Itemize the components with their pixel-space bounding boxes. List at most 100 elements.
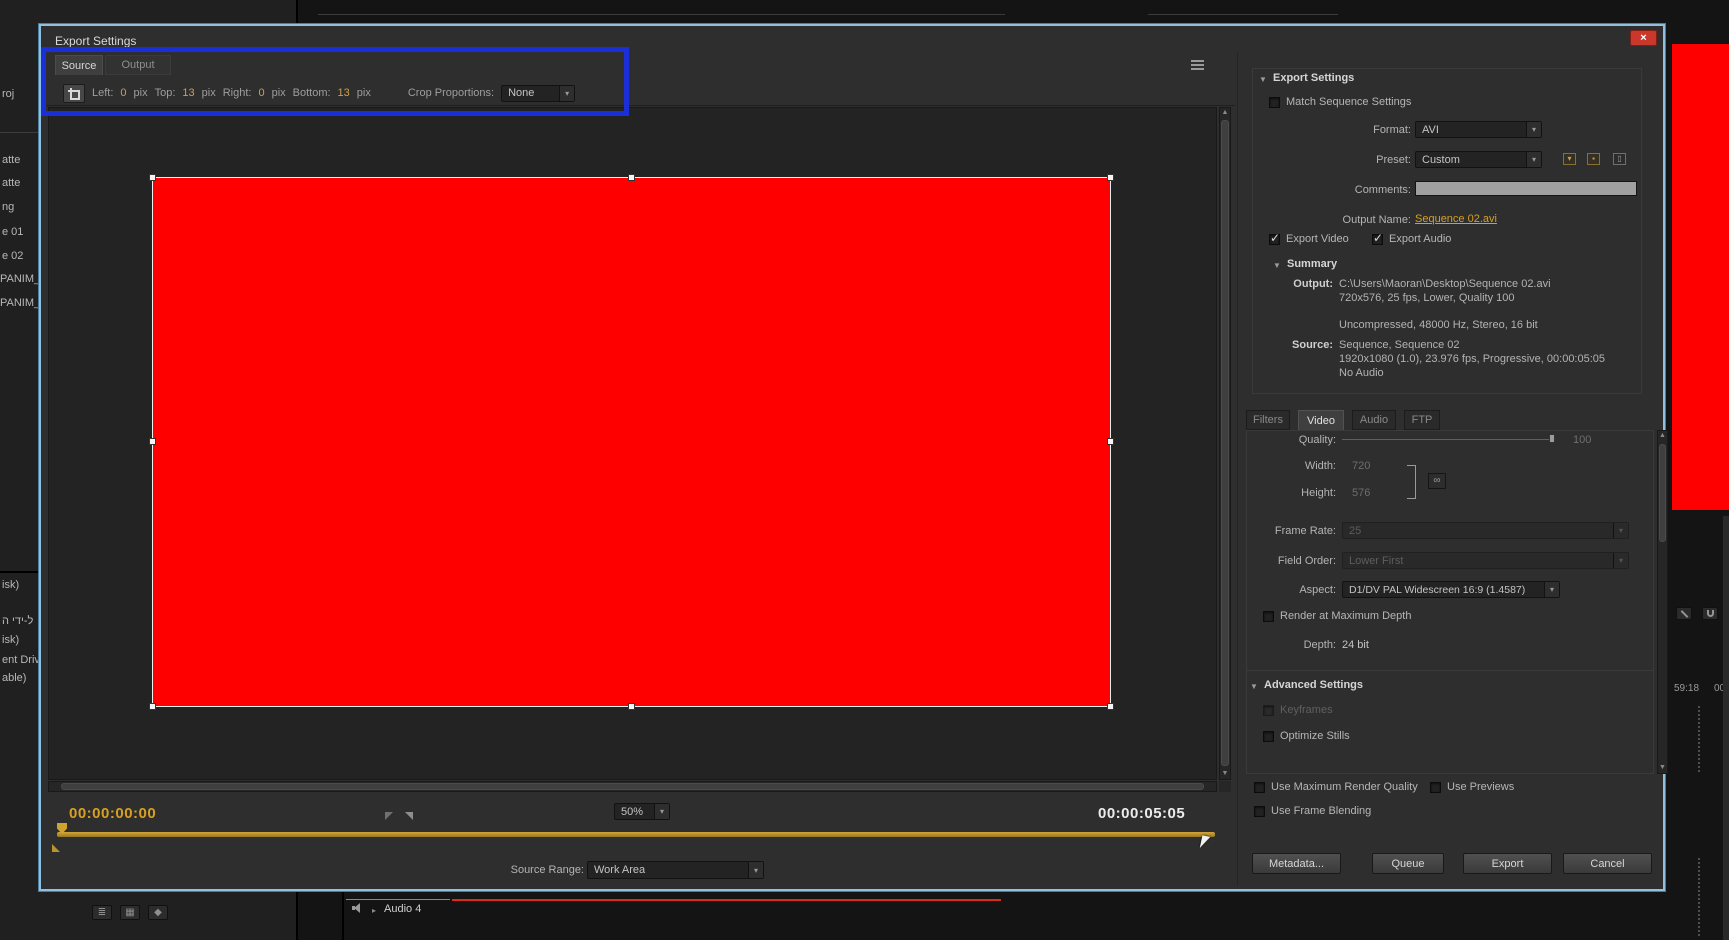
project-item[interactable]: atte xyxy=(2,177,20,189)
summary-output-path: C:\Users\Maoran\Desktop\Sequence 02.avi xyxy=(1339,278,1551,290)
preset-dropdown[interactable]: Custom ▾ xyxy=(1415,151,1542,168)
crop-left-value[interactable]: 0 xyxy=(120,87,126,99)
zoom-level-dropdown[interactable]: 50% ▾ xyxy=(614,803,670,820)
summary-header[interactable]: Summary xyxy=(1287,258,1337,270)
optimize-stills-checkbox[interactable] xyxy=(1263,731,1274,742)
tab-ftp[interactable]: FTP xyxy=(1404,410,1440,430)
quality-slider-handle[interactable] xyxy=(1549,434,1555,443)
dimension-link-bracket xyxy=(1407,465,1416,499)
crop-handle[interactable] xyxy=(149,703,156,710)
tab-output[interactable]: Output xyxy=(105,55,171,75)
project-item[interactable]: e 01 xyxy=(2,226,23,238)
media-item[interactable]: ל-ידי ה xyxy=(2,615,33,627)
project-item[interactable]: atte xyxy=(2,154,20,166)
tab-video[interactable]: Video xyxy=(1298,410,1344,430)
crop-bottom-value[interactable]: 13 xyxy=(338,87,350,99)
scrollbar-thumb[interactable] xyxy=(61,783,1204,790)
metadata-button[interactable]: Metadata... xyxy=(1252,853,1341,874)
export-video-checkbox[interactable]: ✓ xyxy=(1269,231,1280,245)
automate-button[interactable]: ◆ xyxy=(148,905,168,920)
export-audio-checkbox[interactable]: ✓ xyxy=(1372,231,1383,245)
match-sequence-checkbox[interactable] xyxy=(1269,97,1280,108)
export-button[interactable]: Export xyxy=(1463,853,1552,874)
comments-input[interactable] xyxy=(1415,181,1637,196)
scroll-up-icon[interactable]: ▲ xyxy=(1658,431,1667,441)
crop-right-value[interactable]: 0 xyxy=(258,87,264,99)
tab-source[interactable]: Source xyxy=(55,55,103,75)
set-out-point-icon[interactable] xyxy=(405,812,413,820)
crop-handle[interactable] xyxy=(1107,438,1114,445)
timeline-scrollbar[interactable] xyxy=(1723,516,1729,940)
cancel-button[interactable]: Cancel xyxy=(1563,853,1652,874)
project-item[interactable]: ng xyxy=(2,201,14,213)
scrollbar-thumb[interactable] xyxy=(1221,120,1229,766)
collapse-triangle-icon[interactable]: ▼ xyxy=(1273,261,1281,270)
dialog-titlebar[interactable] xyxy=(41,26,1663,50)
export-settings-header[interactable]: Export Settings xyxy=(1273,72,1354,84)
speaker-icon[interactable] xyxy=(352,903,364,913)
options-vertical-scrollbar[interactable]: ▲ ▼ xyxy=(1657,430,1668,774)
preview-horizontal-scrollbar[interactable] xyxy=(48,781,1217,792)
track-disclosure-icon[interactable]: ▸ xyxy=(372,906,376,915)
output-name-link[interactable]: Sequence 02.avi xyxy=(1415,213,1497,225)
project-item[interactable]: roj xyxy=(2,88,14,100)
quality-slider[interactable] xyxy=(1342,439,1552,440)
width-value[interactable]: 720 xyxy=(1352,460,1370,472)
work-area-start-handle[interactable] xyxy=(52,844,60,852)
crop-tool-button[interactable] xyxy=(63,83,85,103)
link-dimensions-icon[interactable]: ∞ xyxy=(1428,473,1446,489)
icon-view-button[interactable]: ▦ xyxy=(120,905,140,920)
delete-preset-icon[interactable]: ▯ xyxy=(1613,153,1626,165)
scroll-down-icon[interactable]: ▼ xyxy=(1220,769,1230,779)
source-range-dropdown[interactable]: Work Area ▾ xyxy=(587,861,764,879)
list-view-button[interactable]: ≣ xyxy=(92,905,112,920)
frame-rate-dropdown: 25 ▾ xyxy=(1342,522,1629,539)
panel-menu-icon[interactable] xyxy=(1191,60,1204,70)
crop-top-label: Top: xyxy=(154,87,176,99)
collapse-triangle-icon[interactable]: ▼ xyxy=(1250,682,1258,691)
timeline-red-clip[interactable] xyxy=(1672,44,1729,510)
scroll-up-icon[interactable]: ▲ xyxy=(1220,108,1230,118)
height-value[interactable]: 576 xyxy=(1352,487,1370,499)
wrench-icon[interactable] xyxy=(1676,607,1692,620)
crop-proportions-dropdown[interactable]: None ▾ xyxy=(501,84,576,102)
media-item[interactable]: isk) xyxy=(2,634,19,646)
crop-preview-rect[interactable] xyxy=(149,174,1114,710)
project-item[interactable]: PANIM_I xyxy=(0,297,43,309)
media-item[interactable]: isk) xyxy=(2,579,19,591)
quality-value[interactable]: 100 xyxy=(1573,434,1591,446)
work-area-bar[interactable] xyxy=(57,832,1215,837)
scrollbar-thumb[interactable] xyxy=(1659,444,1666,542)
use-previews-checkbox[interactable] xyxy=(1430,782,1441,793)
pix-unit: pix xyxy=(133,87,148,99)
close-button[interactable]: × xyxy=(1630,30,1657,46)
tab-audio[interactable]: Audio xyxy=(1352,410,1396,430)
crop-handle[interactable] xyxy=(627,174,635,181)
crop-handle[interactable] xyxy=(627,703,635,710)
import-preset-icon[interactable]: ▪ xyxy=(1587,153,1600,165)
save-preset-icon[interactable]: ▾ xyxy=(1563,153,1576,165)
crop-top-value[interactable]: 13 xyxy=(182,87,194,99)
crop-handle[interactable] xyxy=(149,174,156,181)
advanced-settings-header[interactable]: Advanced Settings xyxy=(1264,679,1363,691)
crop-handle[interactable] xyxy=(149,438,156,445)
project-item[interactable]: e 02 xyxy=(2,250,23,262)
snap-icon[interactable] xyxy=(1702,607,1718,620)
aspect-dropdown[interactable]: D1/DV PAL Widescreen 16:9 (1.4587) ▾ xyxy=(1342,581,1560,598)
media-item[interactable]: able) xyxy=(2,672,26,684)
format-dropdown[interactable]: AVI ▾ xyxy=(1415,121,1542,138)
crop-handle[interactable] xyxy=(1107,703,1114,710)
use-max-render-quality-checkbox[interactable] xyxy=(1254,782,1265,793)
set-in-point-icon[interactable] xyxy=(385,812,393,820)
scroll-down-icon[interactable]: ▼ xyxy=(1658,763,1667,773)
current-timecode[interactable]: 00:00:00:00 xyxy=(69,805,156,822)
project-item[interactable]: PANIM_I xyxy=(0,273,43,285)
preview-vertical-scrollbar[interactable]: ▲ ▼ xyxy=(1219,107,1231,780)
queue-button[interactable]: Queue xyxy=(1372,853,1444,874)
collapse-triangle-icon[interactable]: ▼ xyxy=(1259,75,1267,84)
media-item[interactable]: ent Driv xyxy=(2,654,40,666)
tab-filters[interactable]: Filters xyxy=(1246,410,1290,430)
render-max-depth-checkbox[interactable] xyxy=(1263,611,1274,622)
use-frame-blending-checkbox[interactable] xyxy=(1254,806,1265,817)
crop-handle[interactable] xyxy=(1107,174,1114,181)
